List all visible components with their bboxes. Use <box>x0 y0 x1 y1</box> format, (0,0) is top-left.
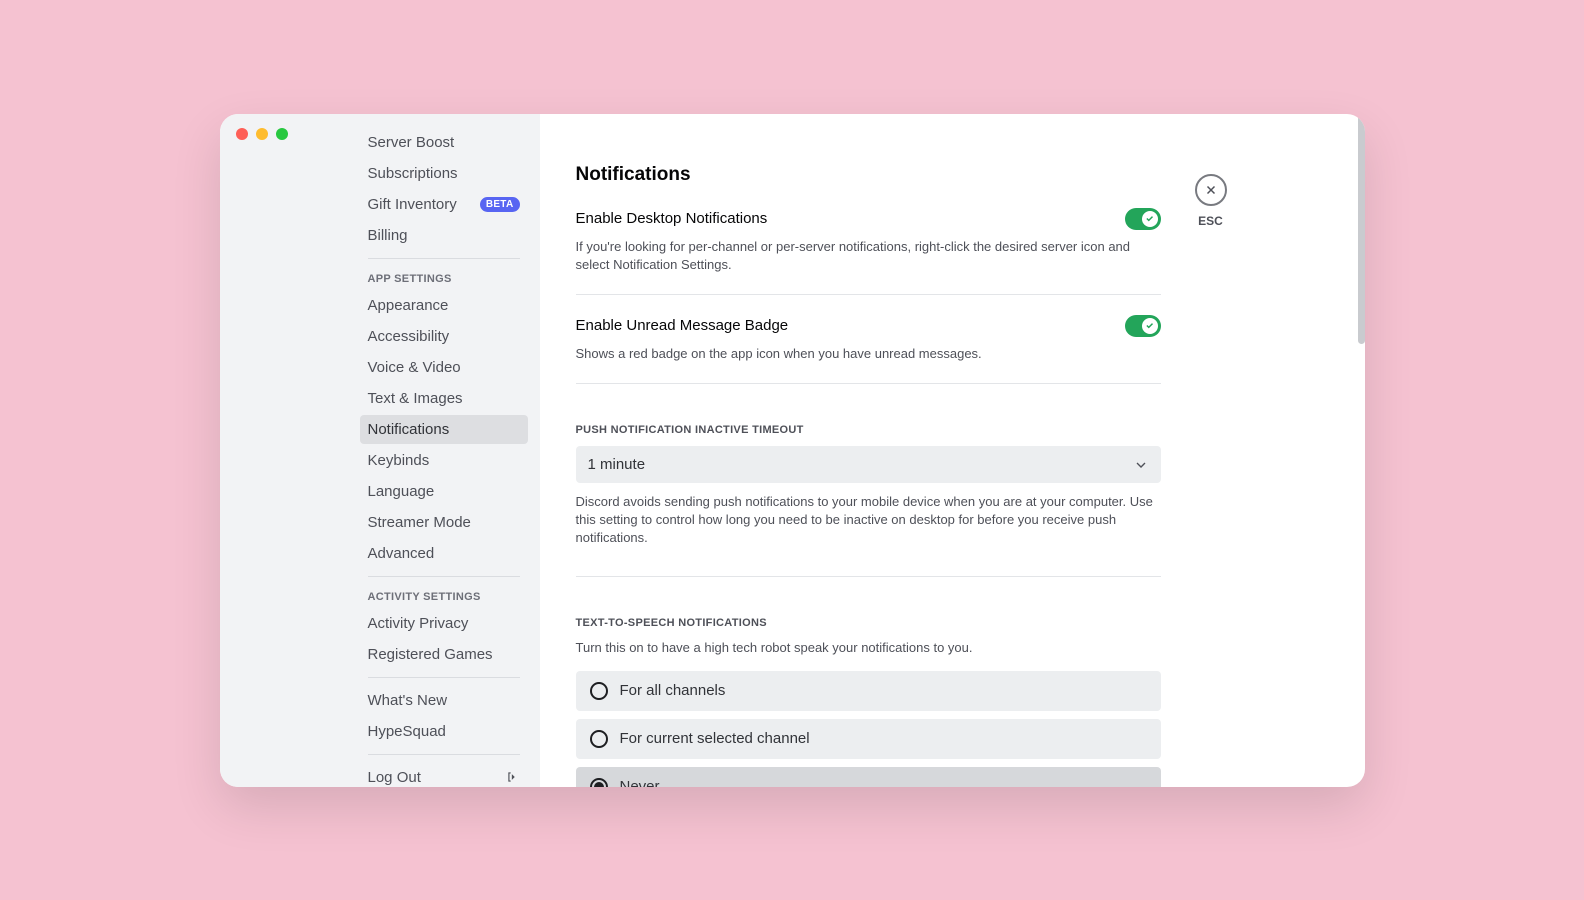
select-value: 1 minute <box>588 456 646 473</box>
setting-description: Shows a red badge on the app icon when y… <box>576 345 1161 363</box>
close-window-icon[interactable] <box>236 128 248 140</box>
desktop-notifications-toggle[interactable] <box>1125 208 1161 230</box>
beta-badge: BETA <box>480 197 520 212</box>
close-column: ESC <box>1161 164 1227 787</box>
divider <box>368 677 520 678</box>
close-label: ESC <box>1198 214 1223 228</box>
sidebar-item-gift-inventory[interactable]: Gift Inventory BETA <box>360 190 528 219</box>
setting-description: Turn this on to have a high tech robot s… <box>576 639 1161 657</box>
sidebar-item-billing[interactable]: Billing <box>360 221 528 250</box>
radio-icon <box>590 682 608 700</box>
scrollbar[interactable] <box>1358 114 1365 344</box>
chevron-down-icon <box>1133 457 1149 473</box>
sidebar-item-advanced[interactable]: Advanced <box>360 539 528 568</box>
divider <box>576 294 1161 295</box>
sidebar-item-appearance[interactable]: Appearance <box>360 291 528 320</box>
sidebar: Server Boost Subscriptions Gift Inventor… <box>220 114 540 787</box>
divider <box>576 576 1161 577</box>
sidebar-item-whats-new[interactable]: What's New <box>360 686 528 715</box>
maximize-window-icon[interactable] <box>276 128 288 140</box>
setting-description: Discord avoids sending push notification… <box>576 493 1161 548</box>
radio-icon <box>590 778 608 787</box>
main-panel: Notifications Enable Desktop Notificatio… <box>540 114 1365 787</box>
radio-label: Never <box>620 778 660 786</box>
setting-title: Enable Unread Message Badge <box>576 317 789 334</box>
close-icon <box>1204 183 1218 197</box>
tts-option-never[interactable]: Never <box>576 767 1161 787</box>
setting-title: Enable Desktop Notifications <box>576 210 768 227</box>
minimize-window-icon[interactable] <box>256 128 268 140</box>
sidebar-item-activity-privacy[interactable]: Activity Privacy <box>360 609 528 638</box>
radio-icon <box>590 730 608 748</box>
divider <box>368 754 520 755</box>
push-timeout-label: PUSH NOTIFICATION INACTIVE TIMEOUT <box>576 424 1161 436</box>
sidebar-item-registered-games[interactable]: Registered Games <box>360 640 528 669</box>
sidebar-item-notifications[interactable]: Notifications <box>360 415 528 444</box>
window-controls <box>236 128 288 140</box>
divider <box>576 383 1161 384</box>
sidebar-nav: Server Boost Subscriptions Gift Inventor… <box>220 128 540 787</box>
setting-desktop-notifications: Enable Desktop Notifications <box>576 208 1161 230</box>
setting-unread-badge: Enable Unread Message Badge <box>576 315 1161 337</box>
sidebar-item-language[interactable]: Language <box>360 477 528 506</box>
sidebar-item-subscriptions[interactable]: Subscriptions <box>360 159 528 188</box>
sidebar-item-streamer-mode[interactable]: Streamer Mode <box>360 508 528 537</box>
setting-description: If you're looking for per-channel or per… <box>576 238 1161 274</box>
sidebar-item-accessibility[interactable]: Accessibility <box>360 322 528 351</box>
close-button[interactable] <box>1195 174 1227 206</box>
content-area: Notifications Enable Desktop Notificatio… <box>576 164 1161 787</box>
tts-option-current-channel[interactable]: For current selected channel <box>576 719 1161 759</box>
unread-badge-toggle[interactable] <box>1125 315 1161 337</box>
settings-window: Server Boost Subscriptions Gift Inventor… <box>220 114 1365 787</box>
sidebar-item-hypesquad[interactable]: HypeSquad <box>360 717 528 746</box>
sidebar-header-app-settings: APP SETTINGS <box>360 267 528 291</box>
sidebar-item-voice-video[interactable]: Voice & Video <box>360 353 528 382</box>
page-title: Notifications <box>576 164 1161 186</box>
sidebar-item-keybinds[interactable]: Keybinds <box>360 446 528 475</box>
logout-icon <box>506 770 520 784</box>
tts-option-all-channels[interactable]: For all channels <box>576 671 1161 711</box>
push-timeout-select[interactable]: 1 minute <box>576 446 1161 483</box>
divider <box>368 258 520 259</box>
check-icon <box>1145 214 1154 223</box>
tts-label: TEXT-TO-SPEECH NOTIFICATIONS <box>576 617 1161 629</box>
sidebar-header-activity-settings: ACTIVITY SETTINGS <box>360 585 528 609</box>
tts-radio-group: For all channels For current selected ch… <box>576 671 1161 787</box>
check-icon <box>1145 321 1154 330</box>
radio-label: For current selected channel <box>620 730 810 747</box>
toggle-knob <box>1142 211 1158 227</box>
sidebar-item-text-images[interactable]: Text & Images <box>360 384 528 413</box>
toggle-knob <box>1142 318 1158 334</box>
sidebar-item-logout[interactable]: Log Out <box>360 763 528 787</box>
divider <box>368 576 520 577</box>
radio-label: For all channels <box>620 682 726 699</box>
sidebar-item-server-boost[interactable]: Server Boost <box>360 128 528 157</box>
